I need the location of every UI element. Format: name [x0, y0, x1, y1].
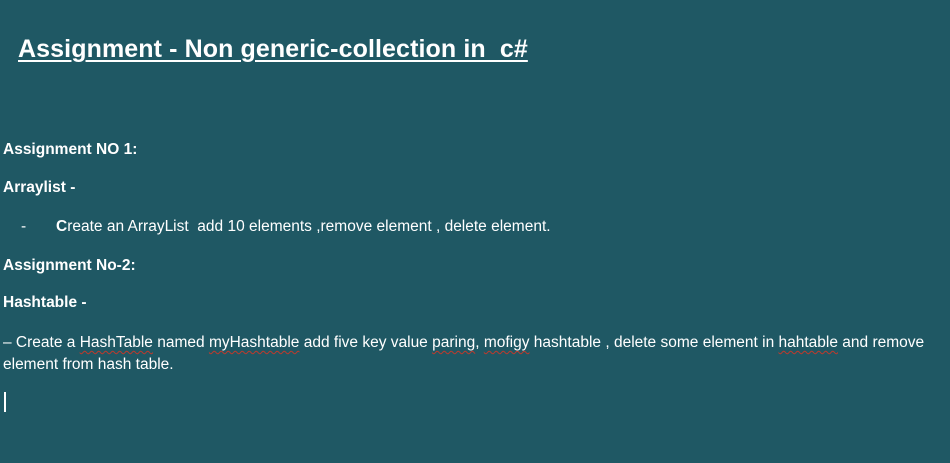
hashtable-task-paragraph: – Create a HashTable named myHashtable a… — [3, 332, 933, 376]
text-segment: , — [475, 334, 484, 351]
text-segment: – Create a — [3, 334, 80, 351]
task-rest-text: reate an ArrayList add 10 elements ,remo… — [67, 218, 551, 235]
text-segment: named — [152, 334, 209, 351]
hashtable-heading: Hashtable - — [3, 294, 87, 311]
misspelled-word[interactable]: paring — [432, 334, 475, 351]
task-first-letter: C — [56, 218, 68, 235]
assignment-2-heading: Assignment No-2: — [3, 257, 136, 274]
misspelled-word[interactable]: myHashtable — [209, 334, 299, 351]
assignment-1-heading: Assignment NO 1: — [3, 141, 138, 158]
text-segment: hashtable , delete some element in — [529, 334, 779, 351]
text-segment: add five key value — [299, 334, 433, 351]
bullet-marker: - — [21, 218, 27, 235]
arraylist-heading: Arraylist - — [3, 179, 76, 196]
misspelled-word[interactable]: hahtable — [779, 334, 838, 351]
document-title: Assignment - Non generic-collection in c… — [18, 35, 528, 63]
arraylist-task-text: Create an ArrayList add 10 elements ,rem… — [56, 216, 551, 238]
misspelled-word[interactable]: HashTable — [80, 334, 153, 351]
document-page[interactable]: Assignment - Non generic-collection in c… — [0, 0, 950, 463]
misspelled-word[interactable]: mofigy — [484, 334, 530, 351]
text-cursor[interactable] — [4, 392, 6, 412]
